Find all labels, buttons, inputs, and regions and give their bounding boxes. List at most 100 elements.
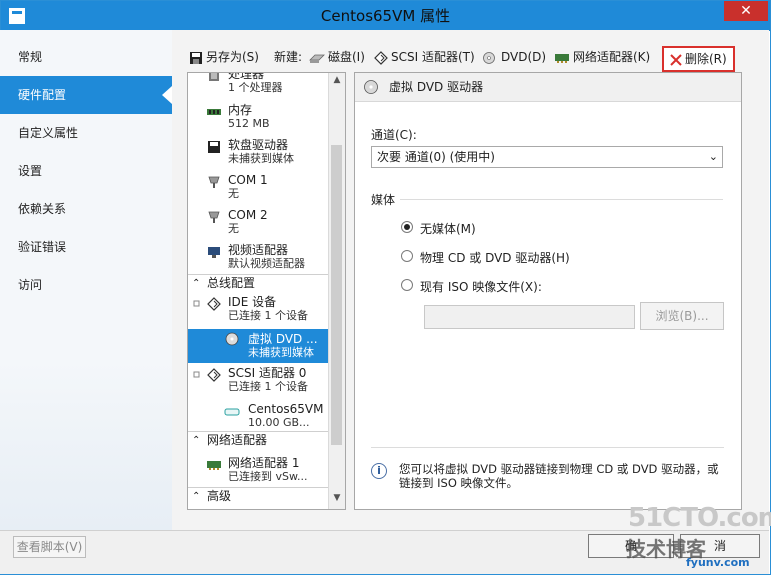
- info-text: 您可以将虚拟 DVD 驱动器链接到物理 CD 或 DVD 驱动器，或链接到 IS…: [399, 462, 719, 490]
- tree-item-title: 处理器: [228, 72, 265, 81]
- tree-category-network[interactable]: ⌃ 网络适配器: [188, 431, 328, 449]
- tree-item-virtual-disk[interactable]: Centos65VM 10.00 GB...: [188, 402, 328, 432]
- tree-item-floppy[interactable]: 软盘驱动器 未捕获到媒体: [188, 138, 328, 168]
- tree-item-subtitle: 1 个处理器: [228, 81, 283, 94]
- dvd-drive-icon: [483, 51, 495, 64]
- tree-item-virtual-dvd[interactable]: 虚拟 DVD ... 未捕获到媒体: [188, 329, 328, 363]
- window-title: Centos65VM 属性: [320, 7, 451, 25]
- delete-label: 删除(R): [685, 52, 727, 66]
- tree-item-nic-1[interactable]: 网络适配器 1 已连接到 vSw...: [188, 456, 328, 486]
- new-scsi-label: SCSI 适配器(T): [391, 50, 475, 64]
- memory-icon: [207, 109, 221, 115]
- settings-nav: 常规 硬件配置 自定义属性 设置 依赖关系 验证错误 访问: [0, 30, 172, 530]
- scroll-down-arrow-icon[interactable]: ▼: [332, 493, 342, 503]
- radio-no-media-label: 无媒体(M): [420, 222, 476, 236]
- tree-item-ide[interactable]: IDE 设备 已连接 1 个设备: [188, 295, 328, 325]
- dvd-drive-icon: [225, 332, 239, 346]
- serial-port-icon: [208, 176, 220, 188]
- nav-item-access[interactable]: 访问: [0, 266, 172, 304]
- channel-select[interactable]: 次要 通道(0) (使用中) ⌄: [371, 146, 723, 168]
- tree-item-subtitle: 默认视频适配器: [228, 257, 305, 270]
- info-divider: [371, 447, 724, 448]
- new-nic-label: 网络适配器(K): [573, 50, 651, 64]
- radio-physical-drive[interactable]: [401, 250, 413, 262]
- tree-item-video[interactable]: 视频适配器 默认视频适配器: [188, 243, 328, 273]
- tree-item-title: 网络适配器 1: [228, 456, 300, 470]
- save-as-label: 另存为(S): [206, 50, 259, 64]
- watermark-51cto: 51CTO.com: [628, 503, 771, 533]
- nav-item-custom-properties[interactable]: 自定义属性: [0, 114, 172, 152]
- virtual-disk-icon: [224, 408, 240, 416]
- browse-button[interactable]: 浏览(B)...: [640, 302, 724, 330]
- nav-item-settings[interactable]: 设置: [0, 152, 172, 190]
- channel-select-value: 次要 通道(0) (使用中): [377, 150, 495, 164]
- video-adapter-icon: [208, 247, 220, 258]
- tree-item-title: 视频适配器: [228, 243, 289, 257]
- delete-x-icon: [670, 53, 682, 66]
- nav-item-dependencies[interactable]: 依赖关系: [0, 190, 172, 228]
- tree-item-subtitle: 无: [228, 222, 239, 235]
- tree-item-subtitle: 无: [228, 187, 239, 200]
- scrollbar-thumb[interactable]: [331, 145, 342, 445]
- tree-category-advanced[interactable]: ⌃ 高级: [188, 487, 328, 505]
- tree-category-bus[interactable]: ⌃ 总线配置: [188, 274, 328, 292]
- radio-no-media[interactable]: [401, 221, 413, 233]
- processor-icon: [209, 73, 219, 81]
- new-dvd-button[interactable]: DVD(D): [482, 44, 546, 70]
- tree-item-subtitle: 10.00 GB...: [248, 416, 310, 429]
- new-scsi-button[interactable]: SCSI 适配器(T): [374, 44, 475, 70]
- new-disk-label: 磁盘(I): [328, 50, 365, 64]
- serial-port-icon: [208, 211, 220, 223]
- channel-label: 通道(C):: [371, 128, 417, 142]
- media-divider: [400, 199, 723, 200]
- scroll-up-arrow-icon[interactable]: ▲: [332, 75, 342, 85]
- tree-item-subtitle: 已连接 1 个设备: [228, 380, 308, 393]
- ide-device-icon: [193, 297, 221, 311]
- tree-item-title: 软盘驱动器: [228, 138, 289, 152]
- tree-item-scsi-0[interactable]: SCSI 适配器 0 已连接 1 个设备: [188, 366, 328, 396]
- radio-iso-file-label: 现有 ISO 映像文件(X):: [420, 280, 542, 294]
- media-group-label: 媒体: [371, 193, 396, 207]
- scsi-adapter-icon: [374, 50, 388, 65]
- dvd-drive-icon: [364, 80, 378, 94]
- iso-path-input[interactable]: [424, 305, 635, 329]
- info-icon: i: [371, 463, 387, 479]
- watermark-site: fyunv.com: [686, 556, 750, 569]
- tree-item-com2[interactable]: COM 2 无: [188, 208, 328, 238]
- category-label: 高级: [207, 489, 232, 503]
- tree-item-subtitle: 已连接 1 个设备: [228, 309, 308, 322]
- tree-item-memory[interactable]: 内存 512 MB: [188, 103, 328, 133]
- network-adapter-icon: [555, 53, 569, 63]
- tree-item-title: 虚拟 DVD ...: [248, 332, 318, 346]
- tree-item-subtitle: 未捕获到媒体: [228, 152, 294, 165]
- nav-item-general[interactable]: 常规: [0, 38, 172, 76]
- hardware-toolbar: 另存为(S) 新建: 磁盘(I) SCSI 适配器(T) DVD(D) 网络适配…: [172, 44, 769, 72]
- floppy-save-icon: [190, 51, 202, 64]
- new-disk-button[interactable]: 磁盘(I): [309, 44, 365, 70]
- tree-item-subtitle: 已连接到 vSw...: [228, 470, 308, 483]
- collapse-chevron-icon: ⌃: [192, 278, 201, 289]
- new-dvd-label: DVD(D): [501, 50, 547, 64]
- delete-button[interactable]: 删除(R): [662, 46, 735, 72]
- save-as-button[interactable]: 另存为(S): [189, 44, 259, 70]
- radio-physical-drive-label: 物理 CD 或 DVD 驱动器(H): [420, 251, 570, 265]
- tree-scrollbar[interactable]: ▲ ▼: [328, 73, 345, 509]
- nav-background-decoration: [0, 360, 172, 530]
- nav-item-validation-errors[interactable]: 验证错误: [0, 228, 172, 266]
- view-script-button[interactable]: 查看脚本(V): [13, 536, 86, 558]
- hardware-tree: 处理器 1 个处理器 内存 512 MB 软盘驱动器 未捕获到媒体 COM 1 …: [187, 72, 346, 510]
- network-adapter-icon: [207, 461, 221, 470]
- tree-item-title: 内存: [228, 103, 253, 117]
- radio-iso-file[interactable]: [401, 279, 413, 291]
- collapse-chevron-icon: ⌃: [192, 491, 201, 502]
- close-button[interactable]: ✕: [724, 1, 768, 21]
- tree-item-com1[interactable]: COM 1 无: [188, 173, 328, 203]
- tree-item-processor[interactable]: 处理器 1 个处理器: [188, 72, 328, 97]
- tree-item-title: COM 1: [228, 173, 268, 187]
- title-bar: Centos65VM 属性 ✕: [1, 1, 770, 31]
- nav-item-hardware[interactable]: 硬件配置: [0, 76, 172, 114]
- tree-item-title: IDE 设备: [228, 295, 277, 309]
- panel-title: 虚拟 DVD 驱动器: [389, 80, 484, 94]
- chevron-down-icon: ⌄: [708, 150, 718, 163]
- new-nic-button[interactable]: 网络适配器(K): [554, 44, 650, 70]
